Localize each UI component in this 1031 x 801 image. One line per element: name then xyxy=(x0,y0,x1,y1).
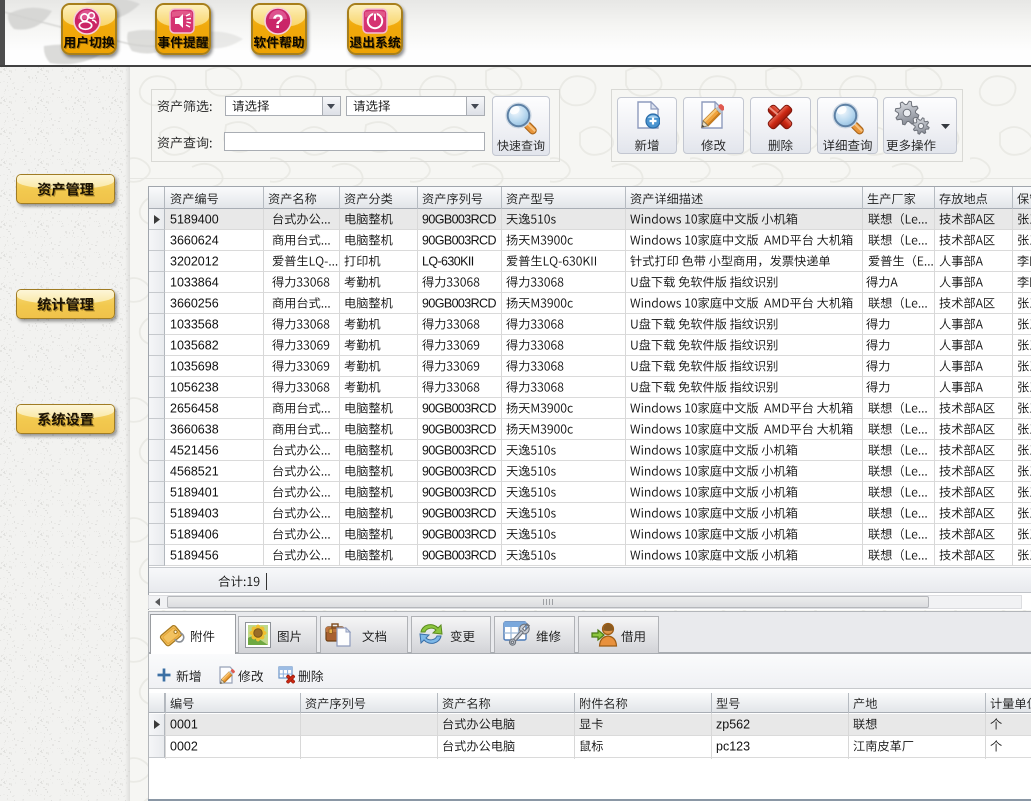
svg-text:?: ? xyxy=(272,12,284,33)
